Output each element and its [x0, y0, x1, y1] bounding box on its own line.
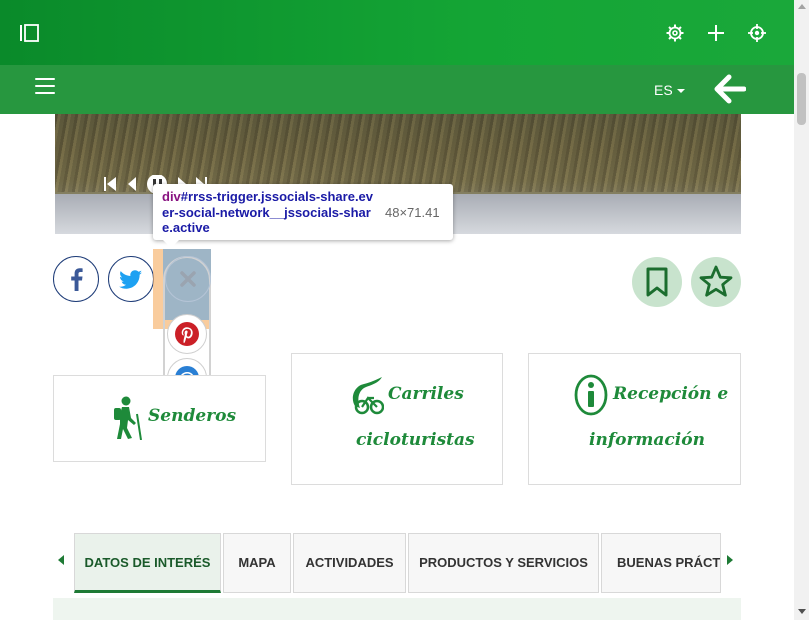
facebook-icon — [71, 268, 83, 291]
language-selector[interactable]: ES — [654, 82, 685, 98]
card-carriles-label-2: cicloturistas — [356, 430, 475, 450]
scroll-thumb[interactable] — [797, 73, 806, 125]
tab-datos-de-interes[interactable]: DATOS DE INTERÉS — [74, 533, 221, 593]
close-icon — [180, 271, 196, 287]
bookmark-icon — [646, 267, 668, 297]
top-app-bar — [0, 0, 794, 65]
hiker-icon — [114, 396, 142, 440]
page-scrollbar[interactable] — [794, 0, 809, 620]
share-close-button[interactable] — [165, 256, 211, 302]
tooltip-dimensions: 48×71.41 — [385, 205, 440, 220]
tab-productos-y-servicios[interactable]: PRODUCTOS Y SERVICIOS — [408, 533, 599, 593]
bicycle-icon — [352, 377, 384, 415]
tooltip-selector: div#rrss-trigger.jssocials-share.ever-so… — [162, 189, 377, 236]
skip-previous-icon — [107, 177, 116, 191]
tooltip-pointer — [163, 240, 179, 248]
info-tabs: DATOS DE INTERÉS MAPA ACTIVIDADES PRODUC… — [55, 533, 741, 595]
facebook-share-button[interactable] — [53, 256, 99, 302]
tabs-scroll-right-icon[interactable] — [725, 554, 735, 566]
tab-mapa[interactable]: MAPA — [223, 533, 291, 593]
bookmark-button[interactable] — [632, 257, 682, 307]
devtools-inspect-tooltip: div#rrss-trigger.jssocials-share.ever-so… — [153, 184, 453, 248]
tooltip-selector-text: #rrss-trigger.jssocials-share.ever-socia… — [162, 189, 374, 235]
card-senderos[interactable]: Senderos — [53, 375, 266, 462]
skip-previous-bar — [104, 177, 106, 191]
pinterest-share-button[interactable] — [167, 314, 207, 354]
crosshair-icon[interactable] — [748, 24, 766, 42]
favorite-button[interactable] — [691, 257, 741, 307]
card-carriles-label-1: Carriles — [388, 384, 464, 404]
tab-actividades[interactable]: ACTIVIDADES — [293, 533, 406, 593]
language-label: ES — [654, 82, 673, 98]
card-recepcion-label-1: Recepción e — [613, 384, 729, 404]
plus-icon[interactable] — [707, 24, 725, 42]
scroll-down-icon[interactable] — [798, 609, 806, 614]
tab-content-panel — [53, 598, 741, 620]
twitter-share-button[interactable] — [108, 256, 154, 302]
card-recepcion[interactable]: Recepción e información — [528, 353, 741, 485]
card-carriles[interactable]: Carriles cicloturistas — [291, 353, 503, 485]
hamburger-icon[interactable] — [35, 78, 55, 94]
card-recepcion-label-2: información — [589, 430, 705, 450]
previous-icon — [128, 177, 136, 191]
back-arrow-icon[interactable] — [714, 74, 746, 104]
pinterest-icon — [175, 322, 199, 346]
tooltip-tag: div — [162, 189, 181, 204]
info-icon — [574, 374, 608, 416]
gear-icon[interactable] — [666, 24, 684, 42]
star-icon — [699, 265, 733, 297]
scroll-up-icon[interactable] — [798, 4, 806, 9]
tab-buenas-practicas[interactable]: BUENAS PRÁCTIC — [601, 533, 721, 593]
card-senderos-label: Senderos — [148, 406, 237, 426]
twitter-icon — [119, 270, 142, 289]
caret-down-icon — [676, 89, 685, 94]
sidebar-toggle-icon[interactable] — [19, 24, 39, 42]
